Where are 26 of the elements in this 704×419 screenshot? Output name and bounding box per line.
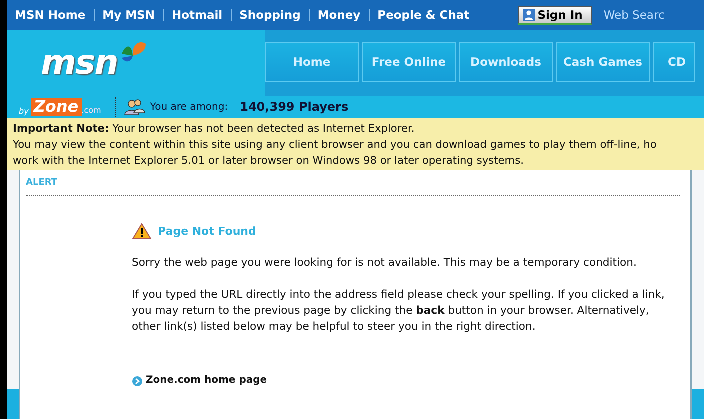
web-search-label[interactable]: Web Searc: [604, 8, 665, 22]
arrow-circle-icon: [132, 376, 143, 386]
home-page-link[interactable]: Zone.com home page: [146, 373, 268, 389]
nav-link[interactable]: People & Chat: [378, 8, 470, 22]
nav-link[interactable]: MSN Home: [15, 8, 86, 22]
nav-link[interactable]: Shopping: [240, 8, 301, 22]
people-icon: [124, 99, 146, 115]
msn-logo-text: msn: [41, 43, 118, 83]
alert-heading: ALERT: [26, 178, 58, 188]
players-label: You are among:: [150, 102, 228, 112]
person-icon: [522, 8, 535, 20]
alert-title: Page Not Found: [158, 224, 256, 240]
nav-link[interactable]: Money: [318, 8, 361, 22]
zone-logo-suffix: .com: [82, 106, 102, 116]
note-text: work with the Internet Explorer 5.01 or later browser on Windows 98 or later operating systems.: [13, 154, 526, 169]
note-text: You may view the content within this site using any client browser and you can download games to play them off-line, ho: [13, 138, 658, 153]
zone-logo: Zone: [30, 98, 82, 116]
nav-link[interactable]: Hotmail: [172, 8, 223, 22]
alert-message: Sorry the web page you were looking for is not available. This may be a temporary condition.: [132, 255, 638, 271]
alert-message: If you typed the URL directly into the address field please check your spelling. If you clicked a link, you may return to the previous page by clicking the back button in your browser. Alternatively, other link(s) listed below may be helpful to steer you in the right direction.: [132, 287, 666, 335]
zone-logo-prefix: by: [19, 107, 29, 116]
sign-in-button[interactable]: Sign In: [518, 6, 592, 24]
nav-link[interactable]: My MSN: [102, 8, 155, 22]
player-count: 140,399 Players: [240, 100, 349, 114]
warning-icon: [132, 223, 152, 240]
note-text: Important Note: Your browser has not been detected as Internet Explorer.: [13, 122, 416, 137]
